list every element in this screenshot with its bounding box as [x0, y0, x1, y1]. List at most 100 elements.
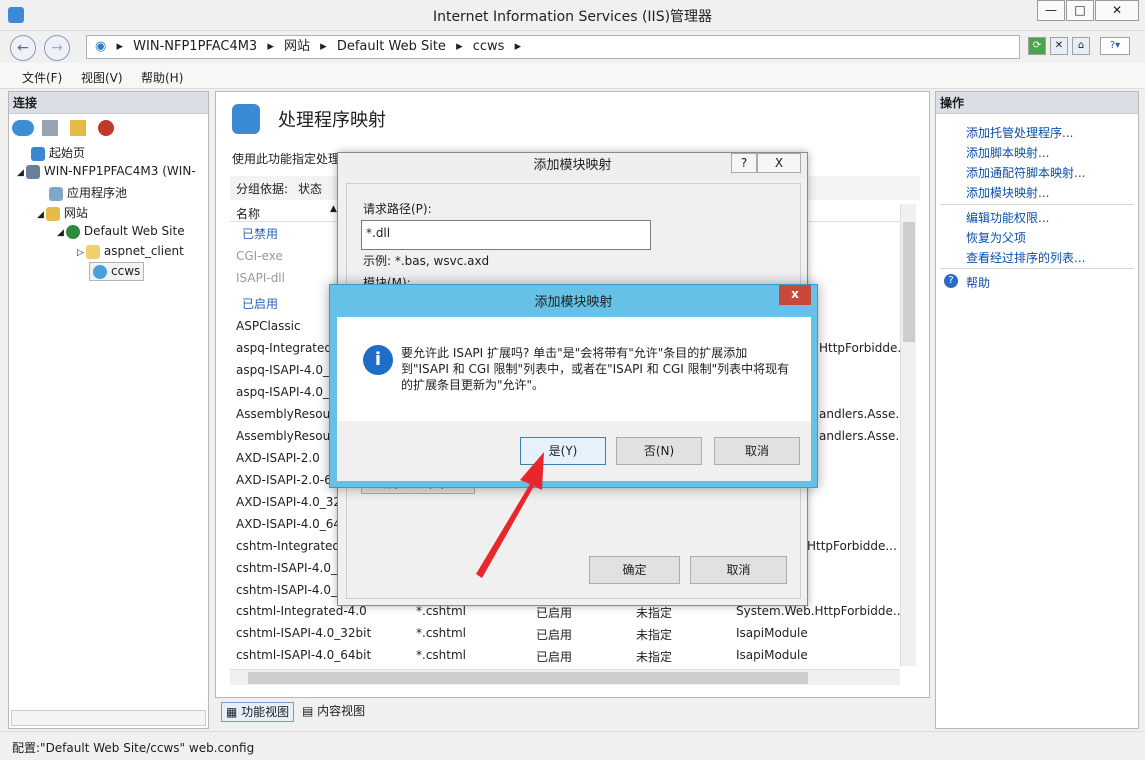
- list-item[interactable]: ASPClassic: [236, 319, 301, 333]
- confirm-dialog-content: i 要允许此 ISAPI 扩展吗? 单击"是"会将带有"允许"条目的扩展添加到"…: [337, 317, 811, 421]
- confirm-dialog-title: 添加模块映射: [534, 295, 613, 310]
- save-icon[interactable]: [42, 120, 58, 136]
- actions-title: 操作: [936, 92, 1138, 114]
- title-bar: Internet Information Services (IIS)管理器 —…: [0, 0, 1145, 31]
- menu-help[interactable]: 帮助(H): [141, 69, 183, 86]
- list-item-handler: andlers.Asse...: [819, 429, 907, 443]
- home-icon[interactable]: ⌂: [1072, 37, 1090, 55]
- yes-button[interactable]: 是(Y): [520, 437, 606, 465]
- start-page-icon: [31, 146, 45, 161]
- disconnect-icon[interactable]: [98, 120, 114, 136]
- list-item[interactable]: CGI-exe: [236, 249, 283, 263]
- left-horizontal-scrollbar[interactable]: [11, 710, 206, 726]
- action-add-script-map[interactable]: 添加脚本映射...: [966, 144, 1049, 161]
- list-item[interactable]: cshtm-Integrated-: [236, 539, 344, 553]
- actions-panel: 操作 添加托管处理程序... 添加脚本映射... 添加通配符脚本映射... 添加…: [935, 91, 1139, 729]
- menu-bar: 文件(F) 视图(V) 帮助(H): [0, 63, 1145, 89]
- action-revert-to-parent[interactable]: 恢复为父项: [966, 229, 1026, 246]
- tree-item-aspnet-client[interactable]: ▷ aspnet_client: [77, 244, 184, 259]
- no-button[interactable]: 否(N): [616, 437, 702, 465]
- list-item[interactable]: AssemblyResour: [236, 407, 335, 421]
- action-view-ordered-list[interactable]: 查看经过排序的列表...: [966, 249, 1085, 266]
- tree-item-sites[interactable]: ◢ 网站: [37, 204, 88, 221]
- app-pool-icon: [49, 186, 63, 201]
- back-button[interactable]: ←: [10, 35, 36, 61]
- confirm-message: 要允许此 ISAPI 扩展吗? 单击"是"会将带有"允许"条目的扩展添加到"IS…: [401, 346, 790, 392]
- tree-item-default-web-site[interactable]: ◢ Default Web Site: [57, 224, 185, 239]
- tree-item-ccws[interactable]: ccws: [89, 262, 145, 281]
- confirm-dialog-close-button[interactable]: x: [779, 285, 811, 305]
- list-item[interactable]: AXD-ISAPI-4.0_32: [236, 495, 341, 509]
- group-enabled: 已启用: [242, 297, 279, 311]
- feature-view-icon: ▦: [226, 705, 242, 719]
- connect-icon[interactable]: [12, 120, 34, 136]
- list-item[interactable]: aspq-ISAPI-4.0_3: [236, 363, 337, 377]
- list-item[interactable]: aspq-Integrated: [236, 341, 332, 355]
- list-item[interactable]: aspq-ISAPI-4.0_6: [236, 385, 337, 399]
- isapi-confirm-dialog: 添加模块映射 x i 要允许此 ISAPI 扩展吗? 单击"是"会将带有"允许"…: [329, 284, 818, 488]
- action-edit-feature-permissions[interactable]: 编辑功能权限...: [966, 209, 1049, 226]
- ok-button[interactable]: 确定: [589, 556, 680, 584]
- menu-view[interactable]: 视图(V): [81, 69, 123, 86]
- help-icon[interactable]: ?▾: [1100, 37, 1130, 55]
- list-item[interactable]: cshtm-ISAPI-4.0_3: [236, 561, 345, 575]
- tree-item-server[interactable]: ◢ WIN-NFP1PFAC4M3 (WIN-: [17, 164, 196, 179]
- close-window-button[interactable]: ✕: [1095, 0, 1139, 21]
- list-item[interactable]: ISAPI-dll: [236, 271, 285, 285]
- stop-icon[interactable]: ✕: [1050, 37, 1068, 55]
- list-item-handler: andlers.Asse...: [819, 407, 907, 421]
- hscroll-thumb[interactable]: [248, 672, 808, 684]
- server-icon: [25, 164, 40, 179]
- folder-up-icon[interactable]: [70, 120, 86, 136]
- request-path-input[interactable]: *.dll: [361, 220, 651, 250]
- divider: [940, 204, 1134, 205]
- list-item-handler: HttpForbidde...: [819, 341, 909, 355]
- cancel-button[interactable]: 取消: [690, 556, 787, 584]
- confirm-cancel-button[interactable]: 取消: [714, 437, 800, 465]
- window-title: Internet Information Services (IIS)管理器: [432, 9, 713, 25]
- maximize-button[interactable]: □: [1066, 0, 1094, 21]
- menu-file[interactable]: 文件(F): [22, 69, 62, 86]
- forward-button[interactable]: →: [44, 35, 70, 61]
- connections-panel: 连接 起始页 ◢ WIN-NFP1PFAC4M3 (WIN- 应用程序池 ◢ 网站 …: [8, 91, 209, 729]
- web-app-icon: [93, 264, 107, 279]
- list-item[interactable]: cshtm-ISAPI-4.0_6: [236, 583, 345, 597]
- action-add-wildcard-script-map[interactable]: 添加通配符脚本映射...: [966, 164, 1085, 181]
- refresh-icon[interactable]: ⟳: [1028, 37, 1046, 55]
- tab-content-view[interactable]: ▤ 内容视图: [298, 702, 369, 722]
- table-row[interactable]: cshtml-ISAPI-4.0_64bit *.cshtml 已启用 未指定 …: [236, 648, 906, 668]
- list-item[interactable]: AXD-ISAPI-4.0_64: [236, 517, 341, 531]
- dialog-help-button[interactable]: ?: [731, 153, 757, 173]
- breadcrumb-sites[interactable]: 网站: [284, 39, 310, 54]
- action-add-managed-handler[interactable]: 添加托管处理程序...: [966, 124, 1073, 141]
- scroll-thumb[interactable]: [903, 222, 915, 342]
- action-add-module-mapping[interactable]: 添加模块映射...: [966, 184, 1049, 201]
- tree-item-apppool[interactable]: 应用程序池: [49, 184, 127, 201]
- breadcrumb[interactable]: ◉ ▸ WIN-NFP1PFAC4M3 ▸ 网站 ▸ Default Web S…: [86, 35, 1020, 59]
- help-icon: ?: [944, 274, 958, 288]
- content-view-icon: ▤: [302, 704, 318, 718]
- table-row[interactable]: cshtml-ISAPI-4.0_32bit *.cshtml 已启用 未指定 …: [236, 626, 906, 646]
- group-disabled: 已禁用: [242, 227, 279, 241]
- horizontal-scrollbar[interactable]: [230, 669, 900, 685]
- tab-feature-view[interactable]: ▦ 功能视图: [221, 702, 295, 722]
- breadcrumb-default-web-site[interactable]: Default Web Site: [337, 39, 446, 54]
- breadcrumb-server[interactable]: WIN-NFP1PFAC4M3: [133, 39, 257, 54]
- list-item[interactable]: AXD-ISAPI-2.0: [236, 451, 320, 465]
- tree-item-start[interactable]: 起始页: [31, 144, 85, 161]
- table-row[interactable]: cshtml-Integrated-4.0 *.cshtml 已启用 未指定 S…: [236, 604, 906, 624]
- action-help[interactable]: 帮助: [966, 274, 990, 291]
- connections-title: 连接: [9, 92, 208, 114]
- breadcrumb-ccws[interactable]: ccws: [473, 39, 505, 54]
- folder-icon: [85, 244, 100, 259]
- list-item[interactable]: AssemblyResour: [236, 429, 335, 443]
- request-path-label: 请求路径(P):: [363, 202, 432, 216]
- vertical-scrollbar[interactable]: [900, 204, 916, 666]
- status-bar: 配置:"Default Web Site/ccws" web.config: [0, 731, 1145, 760]
- connections-toolbar: [12, 120, 122, 138]
- minimize-button[interactable]: —: [1037, 0, 1065, 21]
- confirm-dialog-button-bar: 是(Y) 否(N) 取消: [337, 421, 811, 481]
- dialog-close-button[interactable]: X: [757, 153, 801, 173]
- divider: [940, 268, 1134, 269]
- list-item[interactable]: AXD-ISAPI-2.0-6: [236, 473, 332, 487]
